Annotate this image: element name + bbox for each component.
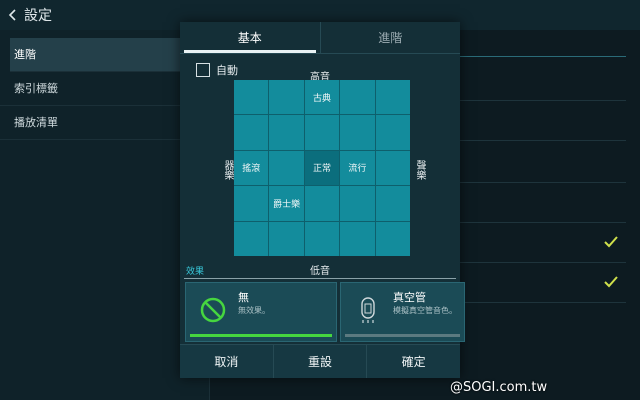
right-divider [460,140,626,141]
axis-label-vocal: 聲樂 [414,160,425,180]
grid-cell[interactable] [269,115,304,150]
grid-cell-genre[interactable]: 流行 [340,150,375,186]
axis-label-instrumental: 器樂 [222,160,233,180]
sound-effects-dialog: 基本 進階 自動 高音 器樂 聲樂 古典 搖滾 正常 流行 爵士樂 低音 效果 無 無效… [180,22,465,378]
sidebar-item-tabs[interactable]: 索引標籤 [0,72,209,106]
page-title: 設定 [24,8,52,24]
reset-button[interactable]: 重設 [272,345,367,378]
sidebar-item-playlists[interactable]: 播放清單 [0,106,209,140]
effect-name: 真空管 [393,291,426,304]
cancel-button[interactable]: 取消 [180,345,273,378]
sidebar-item-advanced[interactable]: 進階 [10,38,199,72]
right-divider [460,182,626,183]
effect-description: 無效果。 [238,306,270,315]
no-effect-icon [200,297,226,323]
grid-cell[interactable] [304,221,340,256]
grid-cell[interactable] [340,186,375,221]
grid-cell[interactable] [375,186,410,221]
tab-basic[interactable]: 基本 [180,22,320,53]
grid-cell-genre[interactable]: 爵士樂 [269,186,304,221]
dialog-footer: 取消 重設 確定 [180,344,460,378]
right-divider [460,100,626,101]
grid-cell[interactable] [304,186,340,221]
ok-button[interactable]: 確定 [366,345,460,378]
grid-cell[interactable] [340,80,375,115]
grid-cell-genre[interactable]: 古典 [304,80,340,115]
grid-cell[interactable] [375,221,410,256]
grid-cell[interactable] [269,80,304,115]
check-icon[interactable] [603,274,619,290]
effect-inactive-bar [345,334,460,337]
vacuum-tube-icon [361,297,375,323]
check-icon[interactable] [603,234,619,250]
dialog-tabs: 基本 進階 [180,22,460,54]
grid-cell[interactable] [304,115,340,150]
effect-name: 無 [238,291,249,304]
effects-divider [184,278,456,279]
tab-advanced[interactable]: 進階 [319,22,461,53]
grid-cell[interactable] [340,115,375,150]
right-divider [460,56,626,57]
genre-grid[interactable]: 古典 搖滾 正常 流行爵士樂 [234,80,410,256]
effect-active-bar [190,334,332,337]
effect-card-none[interactable]: 無 無效果。 [185,282,337,342]
grid-cell-genre[interactable]: 搖滾 [234,150,269,186]
effect-description: 模擬真空管音色。 [393,306,457,315]
grid-cell[interactable] [340,221,375,256]
grid-cell[interactable] [375,150,410,186]
right-divider [460,222,626,223]
axis-label-bass: 低音 [310,266,330,277]
grid-cell[interactable] [269,221,304,256]
watermark: @SOGI.com.tw [450,380,548,395]
right-divider [460,302,626,303]
grid-cell[interactable] [234,186,269,221]
effect-card-vacuum-tube[interactable]: 真空管 模擬真空管音色。 [340,282,465,342]
effects-section-title: 效果 [186,267,205,277]
right-divider [460,262,626,263]
grid-cell[interactable] [375,115,410,150]
grid-cell[interactable] [375,80,410,115]
settings-sidebar: 進階 索引標籤 播放清單 [0,30,210,400]
grid-cell[interactable] [234,221,269,256]
grid-cell[interactable] [234,80,269,115]
grid-cell-genre[interactable]: 正常 [304,150,340,186]
back-arrow-icon[interactable] [6,8,20,22]
grid-cell[interactable] [269,150,304,186]
grid-cell[interactable] [234,115,269,150]
